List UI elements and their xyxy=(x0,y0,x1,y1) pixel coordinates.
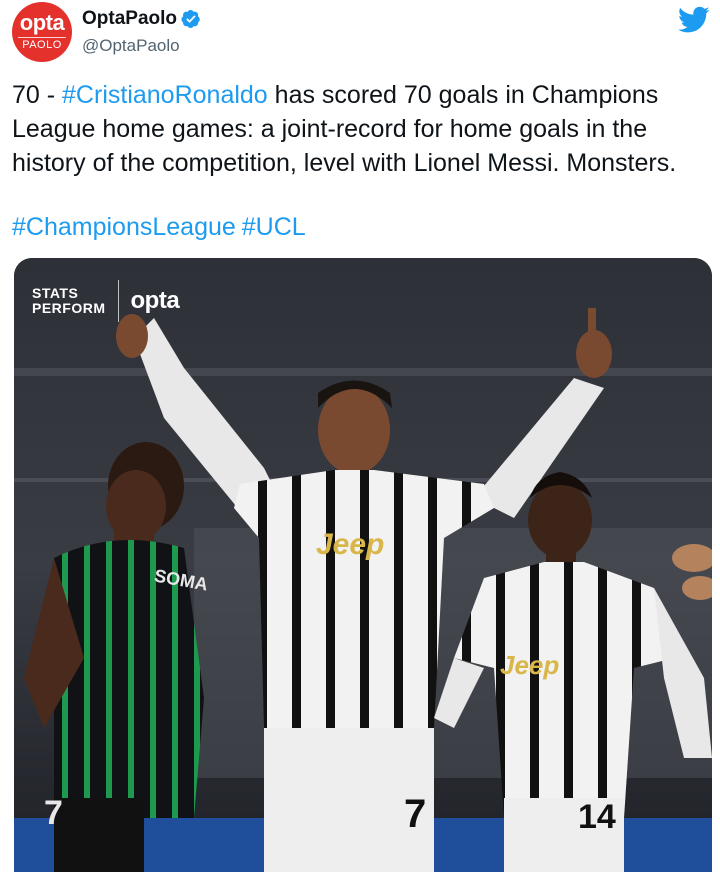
brand-line-2: PERFORM xyxy=(32,300,106,316)
handle[interactable]: @OptaPaolo xyxy=(82,36,180,56)
jersey-number-right: 14 xyxy=(578,798,616,836)
verified-badge-icon xyxy=(181,10,200,28)
opta-logo: opta xyxy=(130,287,180,314)
jersey-sponsor-right: Jeep xyxy=(500,650,560,680)
hashtag-link-cristianoronaldo[interactable]: #CristianoRonaldo xyxy=(62,81,268,109)
display-name-link[interactable]: OptaPaolo xyxy=(82,8,201,30)
jersey-number-left: 7 xyxy=(44,794,63,832)
hashtag-link-ucl[interactable]: #UCL xyxy=(242,213,306,241)
brand-line-1: STATS xyxy=(32,285,79,301)
display-name[interactable]: OptaPaolo xyxy=(82,8,177,30)
hashtag-link-championsleague[interactable]: #ChampionsLeague xyxy=(12,213,236,241)
tweet-card: opta PAOLO OptaPaolo @OptaPaolo 70 - #Cr… xyxy=(0,0,720,872)
photo-scene xyxy=(14,258,712,872)
tweet-photo[interactable]: STATS PERFORM opta Jeep Jeep 7 14 7 SOMA xyxy=(14,258,712,872)
stats-perform-logo: STATS PERFORM xyxy=(32,286,106,316)
jersey-number-center: 7 xyxy=(404,792,427,836)
avatar-logo-subtext: PAOLO xyxy=(18,37,66,51)
avatar-logo-text: opta xyxy=(19,10,65,35)
avatar[interactable]: opta PAOLO xyxy=(12,2,72,62)
stats-perform-opta-logo: STATS PERFORM opta xyxy=(32,280,180,322)
jersey-sponsor-center: Jeep xyxy=(316,528,385,561)
tweet-text: 70 - #CristianoRonaldo has scored 70 goa… xyxy=(12,78,708,180)
twitter-bird-icon xyxy=(678,6,710,33)
hashtag-list: #ChampionsLeague #UCL xyxy=(12,210,312,244)
logo-divider xyxy=(117,280,119,322)
tweet-text-prefix: 70 - xyxy=(12,81,63,109)
